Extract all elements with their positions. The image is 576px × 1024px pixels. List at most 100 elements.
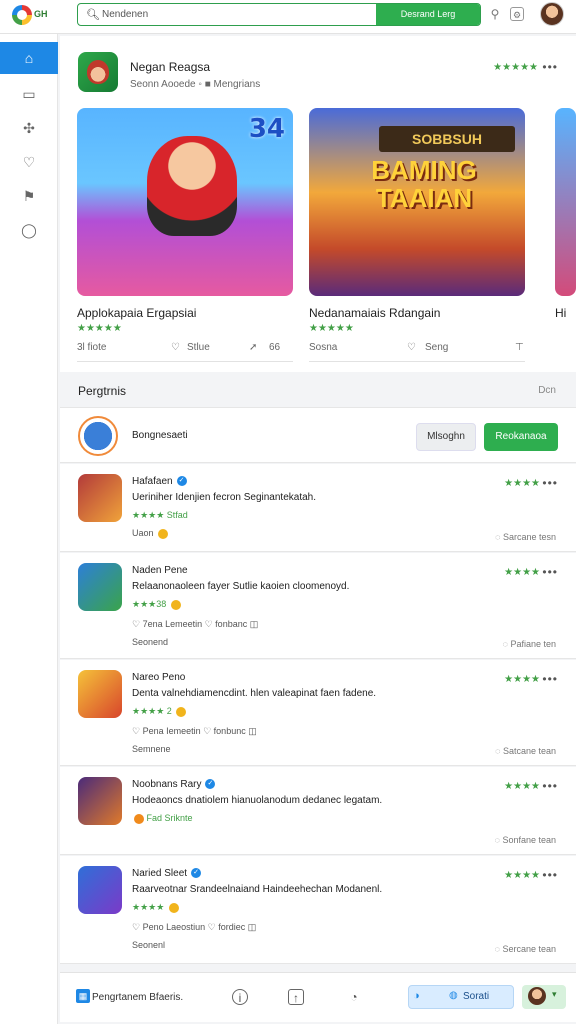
featured-card[interactable]: SOBBSUH BAMING TAAIAN Nedanamaiais Rdanga…: [309, 108, 525, 362]
store-logo-icon[interactable]: [12, 5, 32, 25]
list-item[interactable]: Nareo Peno Denta valnehdiamencdint. hlen…: [60, 660, 576, 766]
app-icon: [78, 474, 122, 522]
share-link[interactable]: ◌ Sonfane tean: [495, 835, 556, 845]
search-bar[interactable]: 🔍︎ Nendenen Desrand Lerg: [77, 3, 481, 26]
app-extra: Seonenl: [132, 940, 166, 950]
globe-icon: ◍: [449, 990, 458, 1001]
user-avatar[interactable]: [540, 2, 564, 26]
share-link[interactable]: ◌ Pafiane ten: [503, 639, 556, 649]
card-footer: Sosna ♡ Seng ⊤: [309, 340, 525, 362]
list-item[interactable]: Naden Pene Relaanonaoleen fayer Sutlie k…: [60, 553, 576, 659]
app-description: Raarveotnar Srandeelnaiand Haindeehechan…: [132, 884, 383, 895]
hero-character-image: [147, 136, 237, 236]
featured-card[interactable]: 34 Applokapaia Ergapsiai ★★★★★ 3l fiote …: [77, 108, 293, 362]
card-rating: ★★★★★: [77, 323, 122, 334]
bottom-label[interactable]: Pengrtanem Bfaeris.: [92, 992, 183, 1003]
share-link[interactable]: ◌ Sercane tean: [495, 944, 556, 954]
heart-icon[interactable]: ♡: [171, 342, 180, 353]
card-title: Nedanamaiais Rdangain: [309, 306, 441, 320]
upload-icon[interactable]: ↑: [288, 989, 304, 1005]
puzzle-icon[interactable]: ✣: [0, 112, 58, 144]
info-icon[interactable]: i: [232, 989, 248, 1005]
app-extra: Semnene: [132, 744, 171, 754]
search-input[interactable]: Nendenen: [102, 9, 148, 20]
app-sub: ♡ Peno Laeostiun ♡ fordiec ◫: [132, 922, 257, 932]
share-link[interactable]: ◌ Sarcane tesn: [495, 532, 556, 542]
app-rating-text: ★★★38: [132, 599, 181, 610]
app-description: Relaanonaoleen fayer Sutlie kaoien cloom…: [132, 581, 350, 592]
more-icon[interactable]: •••: [542, 565, 558, 579]
clock-icon[interactable]: ◯: [0, 214, 58, 246]
featured-meta: Seonn Aooede ◦ ■ Mengrians: [130, 79, 261, 90]
app-name: Nareo Peno: [132, 672, 186, 683]
card-image-banner: SOBBSUH: [379, 126, 515, 152]
section-link[interactable]: Dcn: [538, 385, 556, 396]
app-stars: ★★★★: [504, 478, 540, 489]
more-icon[interactable]: •••: [542, 60, 558, 74]
heart-icon[interactable]: ♡: [0, 146, 58, 178]
app-description: Hodeaoncs dnatiolem hianuolanodum dedane…: [132, 795, 383, 806]
tag-icon[interactable]: ⚑: [0, 180, 58, 212]
featured-panel: Negan Reagsa Seonn Aooede ◦ ■ Mengrians …: [60, 36, 576, 372]
verified-icon: ✓: [205, 779, 216, 790]
more-icon[interactable]: •••: [542, 476, 558, 490]
card-image[interactable]: 34: [77, 108, 293, 296]
card-badge: 34: [248, 114, 285, 144]
app-rating-text: ★★★★ Stfad: [132, 510, 188, 520]
app-extra: Seonend: [132, 637, 169, 647]
sidebar: ⌂ ▭ ✣ ♡ ⚑ ◯: [0, 34, 58, 1024]
app-icon: [78, 670, 122, 718]
app-sub: ♡ Pena Iemeetin ♡ fonbunc ◫: [132, 726, 257, 736]
heart-icon[interactable]: ♡: [407, 342, 416, 353]
bottom-action-button[interactable]: ◑ ◍ Sorati: [408, 985, 514, 1009]
more-icon[interactable]: •••: [542, 672, 558, 686]
app-rating-text: Fad Sriknte: [132, 813, 193, 824]
more-icon[interactable]: •••: [542, 779, 558, 793]
app-name: Noobnans Rary ✓: [132, 779, 216, 790]
logo-text: GH: [34, 9, 48, 19]
card-image[interactable]: [555, 108, 576, 296]
pin-icon[interactable]: ⚲: [488, 7, 502, 21]
notification-icon[interactable]: ◔: [346, 989, 362, 1005]
list-item[interactable]: Noobnans Rary ✓ Hodeaoncs dnatiolem hianu…: [60, 767, 576, 855]
grid-icon[interactable]: ▦: [76, 989, 90, 1003]
share-icon[interactable]: ➚: [249, 342, 257, 353]
featured-card-partial[interactable]: Hi: [555, 108, 576, 320]
app-stars: ★★★★: [504, 781, 540, 792]
more-icon[interactable]: •••: [542, 868, 558, 882]
featured-app-icon[interactable]: [78, 52, 118, 92]
apps-icon[interactable]: ▭: [0, 78, 58, 110]
toggle-icon: ◑: [413, 990, 420, 1002]
avatar-icon: [528, 987, 546, 1005]
search-icon: 🔍︎: [86, 9, 100, 21]
card-title: Applokapaia Ergapsiai: [77, 306, 197, 320]
app-name: Naried Sleet ✓: [132, 868, 202, 879]
search-button[interactable]: Desrand Lerg: [376, 4, 480, 25]
verified-icon: ✓: [176, 476, 187, 487]
list-item[interactable]: Naried Sleet ✓ Raarveotnar Srandeelnaiand…: [60, 856, 576, 964]
list-item[interactable]: Hafafaen ✓ Ueriniher Idenjien fecron Segi…: [60, 464, 576, 552]
app-icon: [78, 777, 122, 825]
featured-title: Negan Reagsa: [130, 60, 211, 74]
card-rating: ★★★★★: [309, 323, 354, 334]
home-icon[interactable]: ⌂: [0, 42, 58, 74]
bottom-bar: ▦ Pengrtanem Bfaeris. i ↑ ◔ ◑ ◍ Sorati ▾: [60, 972, 576, 1022]
profile-avatar[interactable]: ▾: [522, 985, 566, 1009]
app-rating-text: ★★★★ 2: [132, 706, 187, 717]
coin-icon: [170, 599, 181, 610]
selected-row[interactable]: Bongnesaeti Mlsoghn Reokanaoa: [60, 407, 576, 463]
verified-icon: ✓: [191, 868, 202, 879]
card-image-title: BAMING TAAIAN: [371, 155, 477, 213]
more-icon[interactable]: ⊤: [515, 342, 524, 353]
app-name: Hafafaen ✓: [132, 476, 187, 487]
coin-icon: [176, 706, 187, 717]
card-meta-right: Seng: [425, 342, 449, 353]
app-description: Denta valnehdiamencdint. hlen valeapinat…: [132, 688, 377, 699]
top-bar: GH 🔍︎ Nendenen Desrand Lerg ⚲ ⚙: [0, 0, 576, 34]
card-meta-left: Sosna: [309, 342, 338, 353]
card-image[interactable]: SOBBSUH BAMING TAAIAN: [309, 108, 525, 296]
settings-icon[interactable]: ⚙: [510, 7, 524, 21]
share-link[interactable]: ◌ Satcane tean: [495, 746, 556, 756]
primary-button[interactable]: Reokanaoa: [484, 423, 558, 451]
secondary-button[interactable]: Mlsoghn: [416, 423, 476, 451]
